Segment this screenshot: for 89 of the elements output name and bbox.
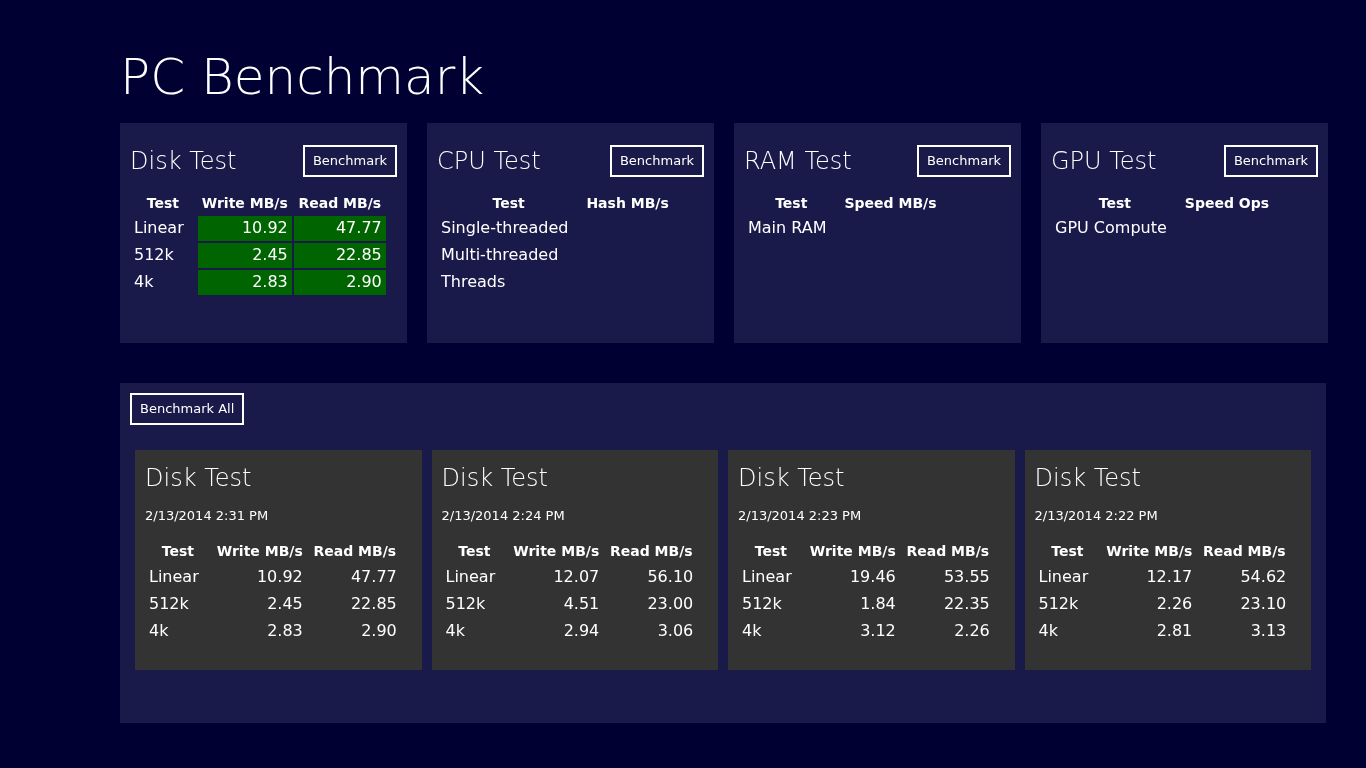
column-header: Test (753, 542, 788, 561)
column-header: Test (457, 542, 492, 561)
row-label: Multi-threaded (440, 244, 560, 266)
result-value: 12.17 (1145, 565, 1194, 588)
column-header: Speed Ops (1183, 193, 1271, 213)
result-value: 56.10 (646, 565, 695, 588)
date-text: 2/13/2014 2:24 PM (441, 506, 566, 525)
date-text: 2/13/2014 2:23 PM (738, 506, 863, 525)
column-header: Write MB/s (1105, 542, 1194, 561)
row-label: Threads (440, 271, 507, 293)
page-title: PC Benchmark (120, 47, 486, 108)
card-title: GPU Test (1051, 145, 1157, 177)
result-value: 2.26 (1155, 592, 1194, 615)
benchmark-all-button[interactable]: Benchmark All (130, 392, 245, 425)
result-value: 2.26 (953, 619, 991, 642)
column-header: Write MB/s (215, 542, 304, 561)
column-header: Read MB/s (1201, 542, 1287, 561)
result-value: 1.84 (859, 592, 897, 615)
row-label: 4k (133, 271, 155, 293)
column-header: Read MB/s (297, 193, 383, 213)
result-value: 22.85 (293, 242, 386, 268)
benchmark-button[interactable]: Benchmark (916, 144, 1011, 177)
date-text: 2/13/2014 2:22 PM (1034, 506, 1159, 525)
result-value: 10.92 (255, 565, 304, 588)
row-label: GPU Compute (1054, 217, 1168, 239)
row-label: 512k (1037, 592, 1080, 615)
card-title: Disk Test (738, 462, 846, 494)
column-header: Test (1050, 542, 1085, 561)
column-header: Test (160, 542, 195, 561)
row-label: Single-threaded (440, 217, 570, 239)
result-value: 2.45 (266, 592, 304, 615)
benchmark-button[interactable]: Benchmark (302, 144, 397, 177)
column-header: Speed MB/s (843, 193, 938, 213)
column-header: Test (491, 193, 526, 213)
result-value: 2.83 (197, 269, 292, 295)
result-value: 3.12 (859, 619, 897, 642)
benchmark-button[interactable]: Benchmark (609, 144, 704, 177)
result-value: 3.06 (656, 619, 695, 642)
column-header: Test (1097, 193, 1132, 213)
row-label: Linear (148, 565, 200, 588)
result-value: 3.13 (1249, 619, 1288, 642)
card-title: Disk Test (1034, 462, 1142, 494)
column-header: Test (145, 193, 180, 213)
result-value: 19.46 (848, 565, 897, 588)
column-header: Hash MB/s (585, 193, 670, 213)
date-text: 2/13/2014 2:31 PM (145, 506, 270, 525)
card-title: Disk Test (441, 462, 549, 494)
result-value: 2.45 (197, 242, 292, 268)
column-header: Write MB/s (808, 542, 897, 561)
benchmark-button[interactable]: Benchmark (1223, 144, 1318, 177)
row-label: Linear (741, 565, 793, 588)
column-header: Read MB/s (312, 542, 398, 561)
result-value: 2.90 (293, 269, 386, 295)
row-label: 4k (444, 619, 466, 642)
column-header: Test (774, 193, 809, 213)
result-value: 47.77 (293, 215, 386, 241)
result-value: 10.92 (197, 215, 292, 241)
row-label: 512k (444, 592, 487, 615)
card-title: Disk Test (130, 145, 237, 177)
result-value: 22.85 (349, 592, 398, 615)
row-label: Linear (1037, 565, 1090, 588)
result-value: 2.81 (1155, 619, 1194, 642)
result-value: 2.90 (360, 619, 398, 642)
column-header: Read MB/s (608, 542, 694, 561)
result-value: 22.35 (942, 592, 991, 615)
result-value: 4.51 (562, 592, 601, 615)
column-header: Write MB/s (512, 542, 601, 561)
result-value: 54.62 (1239, 565, 1288, 588)
result-value: 53.55 (942, 565, 991, 588)
row-label: 512k (133, 244, 175, 266)
row-label: Main RAM (747, 217, 828, 239)
row-label: 4k (741, 619, 763, 642)
card-title: CPU Test (437, 145, 541, 177)
result-value: 2.94 (562, 619, 601, 642)
card-title: Disk Test (145, 462, 253, 494)
result-value: 23.00 (646, 592, 695, 615)
result-value: 12.07 (552, 565, 601, 588)
card-title: RAM Test (744, 145, 852, 177)
result-value: 2.83 (266, 619, 304, 642)
row-label: 4k (1037, 619, 1059, 642)
row-label: 512k (741, 592, 783, 615)
result-value: 47.77 (349, 565, 398, 588)
row-label: 512k (148, 592, 190, 615)
column-header: Write MB/s (200, 193, 289, 213)
result-value: 23.10 (1239, 592, 1288, 615)
row-label: Linear (444, 565, 497, 588)
row-label: Linear (133, 217, 185, 239)
column-header: Read MB/s (905, 542, 991, 561)
row-label: 4k (148, 619, 170, 642)
